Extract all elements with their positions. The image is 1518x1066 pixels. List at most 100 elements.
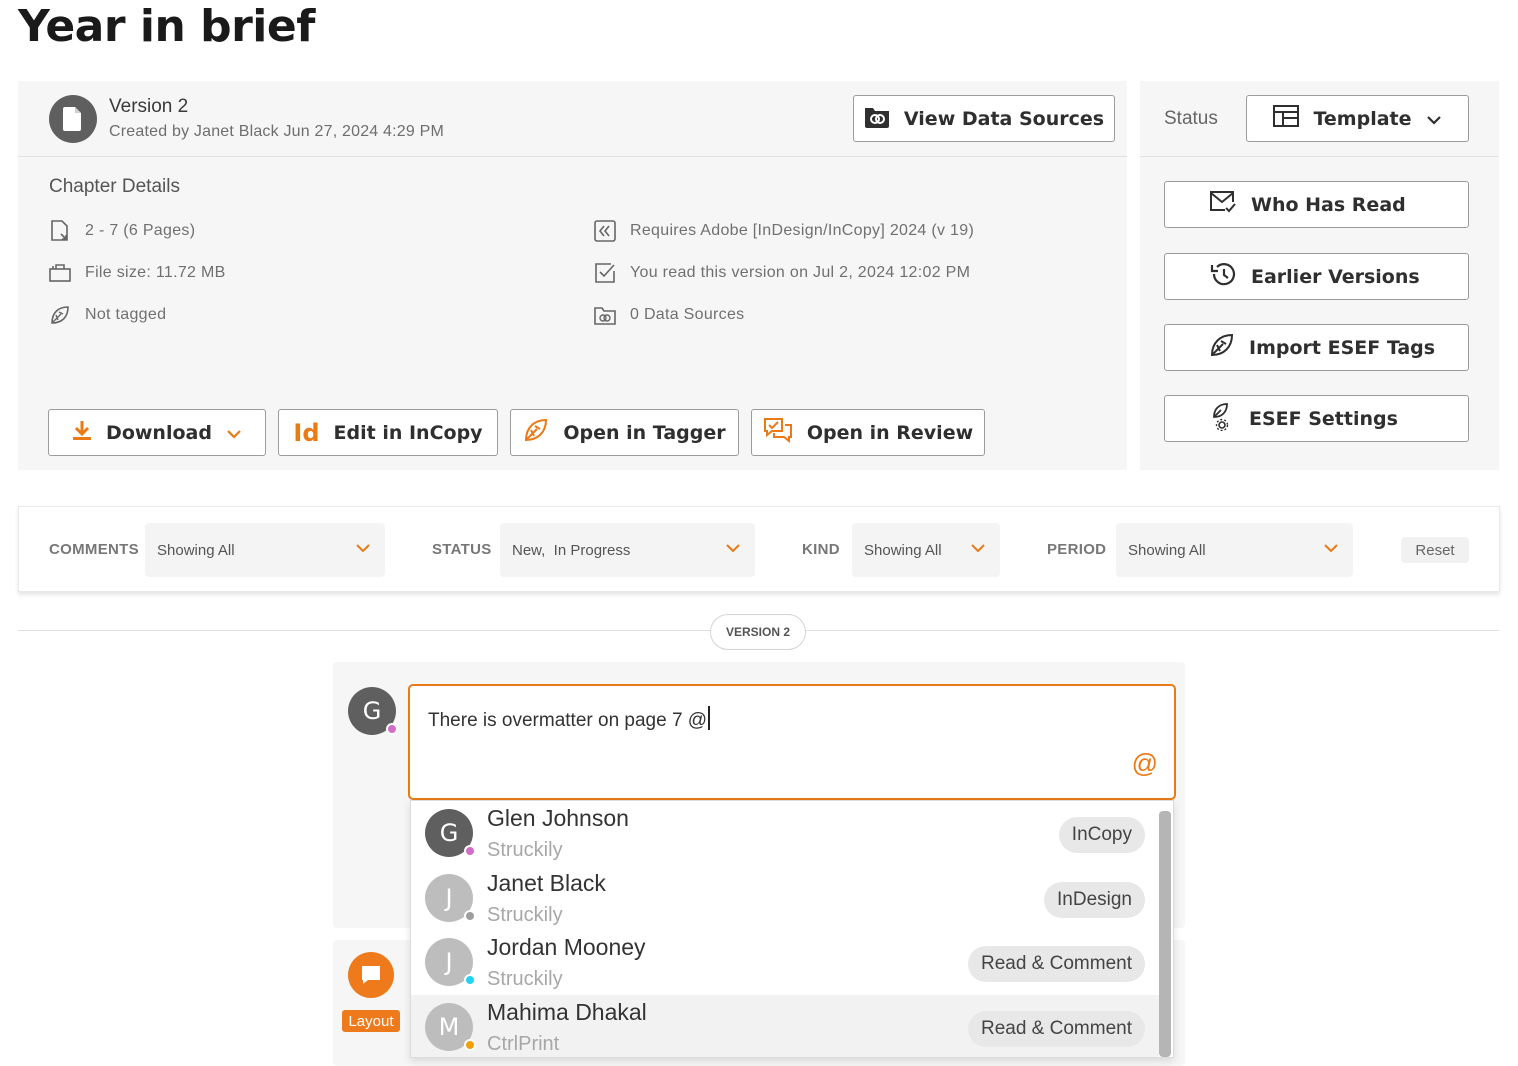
status-label: Status (1164, 108, 1218, 129)
user-name: Glen Johnson (487, 805, 629, 831)
user-organization: Struckily (487, 904, 563, 926)
presence-dot (464, 910, 476, 922)
edit-in-incopy-button[interactable]: Id Edit in InCopy (278, 409, 498, 456)
sources-text: 0 Data Sources (630, 306, 745, 323)
status-header: Status Template (1140, 81, 1499, 157)
esef-settings-label: ESEF Settings (1249, 407, 1398, 430)
mention-at-icon[interactable]: @ (1132, 748, 1158, 779)
import-esef-tags-button[interactable]: Import ESEF Tags (1164, 324, 1469, 371)
period-filter-label: PERIOD (1047, 541, 1107, 558)
status-filter-label: STATUS (432, 541, 492, 558)
comments-filter-select[interactable]: Showing All (145, 523, 385, 577)
user-avatar: J (425, 874, 476, 922)
template-icon (1273, 105, 1300, 132)
kind-filter-select[interactable]: Showing All (852, 523, 1000, 577)
dropdown-scrollbar[interactable] (1159, 811, 1171, 1057)
file-size-detail: File size: 11.72 MB (49, 262, 226, 284)
status-filter-value: New, In Progress (512, 541, 631, 559)
presence-dot (386, 723, 398, 735)
open-in-review-button[interactable]: Open in Review (751, 409, 985, 456)
who-has-read-label: Who Has Read (1251, 193, 1406, 216)
status-filter-select[interactable]: New, In Progress (500, 523, 755, 577)
user-avatar-initial: G (439, 819, 459, 847)
chapter-card: Version 2 Created by Janet Black Jun 27,… (18, 81, 1127, 470)
kind-filter-value: Showing All (864, 541, 942, 559)
composer-avatar: G (348, 687, 398, 735)
mention-item[interactable]: M Mahima Dhakal CtrlPrint Read & Comment (411, 995, 1159, 1057)
data-source-icon (864, 104, 890, 133)
chapter-details-heading: Chapter Details (49, 176, 180, 197)
pages-detail: 2 - 7 (6 Pages) (49, 220, 195, 242)
presence-dot (464, 974, 476, 986)
presence-dot (464, 1039, 476, 1051)
user-avatar: J (425, 938, 476, 986)
user-avatar-initial: J (445, 884, 453, 912)
history-icon (1209, 261, 1237, 292)
earlier-versions-label: Earlier Versions (1251, 265, 1420, 288)
pages-text: 2 - 7 (6 Pages) (85, 222, 196, 239)
tagger-icon (523, 417, 549, 448)
earlier-versions-button[interactable]: Earlier Versions (1164, 253, 1469, 300)
comment-editor[interactable]: There is overmatter on page 7 @ @ (408, 684, 1176, 800)
user-name: Mahima Dhakal (487, 999, 647, 1025)
composer-avatar-initial: G (362, 697, 382, 725)
data-source-outline-icon (594, 304, 616, 326)
mention-item[interactable]: J Jordan Mooney Struckily Read & Comment (411, 930, 1159, 994)
user-avatar-initial: M (438, 1013, 460, 1041)
chevron-down-icon (970, 540, 986, 557)
kind-filter-label: KIND (802, 541, 840, 558)
requires-detail: Requires Adobe [InDesign/InCopy] 2024 (v… (594, 220, 974, 242)
comments-filter-label: COMMENTS (49, 541, 139, 558)
user-role-badge: Read & Comment (967, 946, 1145, 982)
comment-bubble-icon (348, 952, 394, 998)
user-avatar-initial: J (445, 948, 453, 976)
checkbox-icon (594, 262, 616, 284)
mention-item[interactable]: J Janet Black Struckily InDesign (411, 866, 1159, 930)
who-has-read-button[interactable]: Who Has Read (1164, 181, 1469, 228)
mention-item[interactable]: G Glen Johnson Struckily InCopy (411, 801, 1159, 865)
indesign-icon (594, 220, 616, 242)
tag-leaf-icon (1209, 332, 1235, 363)
user-name: Jordan Mooney (487, 934, 646, 960)
comments-filter-value: Showing All (157, 541, 235, 559)
period-filter-select[interactable]: Showing All (1116, 523, 1353, 577)
view-data-sources-button[interactable]: View Data Sources (853, 95, 1115, 142)
incopy-icon: Id (293, 418, 320, 447)
user-role-badge: InDesign (1044, 882, 1145, 918)
pages-icon (49, 220, 71, 242)
chevron-down-icon (1426, 108, 1442, 130)
comment-editor-text[interactable]: There is overmatter on page 7 @ (428, 706, 711, 732)
edit-label: Edit in InCopy (333, 421, 483, 444)
status-value: Template (1313, 107, 1412, 130)
requires-text: Requires Adobe [InDesign/InCopy] 2024 (v… (630, 222, 975, 239)
user-name: Janet Black (487, 870, 606, 896)
document-icon (49, 95, 97, 143)
user-organization: Struckily (487, 968, 563, 990)
tagged-detail: Not tagged (49, 304, 166, 326)
sources-detail: 0 Data Sources (594, 304, 744, 326)
presence-dot (464, 845, 476, 857)
read-detail: You read this version on Jul 2, 2024 12:… (594, 262, 970, 284)
tagged-text: Not tagged (85, 306, 167, 323)
envelope-check-icon (1209, 190, 1237, 219)
page-title: Year in brief (18, 1, 315, 52)
mention-dropdown: M Mahima Dhakal CtrlPrint Read & Comment J Jo… (410, 800, 1174, 1058)
tagger-label: Open in Tagger (563, 421, 726, 444)
view-data-sources-label: View Data Sources (903, 107, 1105, 130)
chevron-down-icon (355, 540, 371, 557)
reset-filters-button[interactable]: Reset (1401, 537, 1469, 563)
version-header: Version 2 Created by Janet Black Jun 27,… (18, 81, 1127, 157)
user-avatar: G (425, 809, 476, 857)
user-role-badge: InCopy (1058, 817, 1145, 853)
user-organization: CtrlPrint (487, 1033, 560, 1055)
esef-settings-button[interactable]: ESEF Settings (1164, 395, 1469, 442)
download-button[interactable]: Download (48, 409, 266, 456)
status-dropdown[interactable]: Template (1246, 95, 1469, 142)
chevron-down-icon (226, 422, 242, 444)
text-caret (708, 706, 711, 730)
user-organization: Struckily (487, 839, 563, 861)
leaf-gear-icon (1209, 401, 1235, 436)
open-in-tagger-button[interactable]: Open in Tagger (510, 409, 739, 456)
user-role-badge: Read & Comment (967, 1011, 1145, 1047)
read-text: You read this version on Jul 2, 2024 12:… (630, 264, 971, 281)
